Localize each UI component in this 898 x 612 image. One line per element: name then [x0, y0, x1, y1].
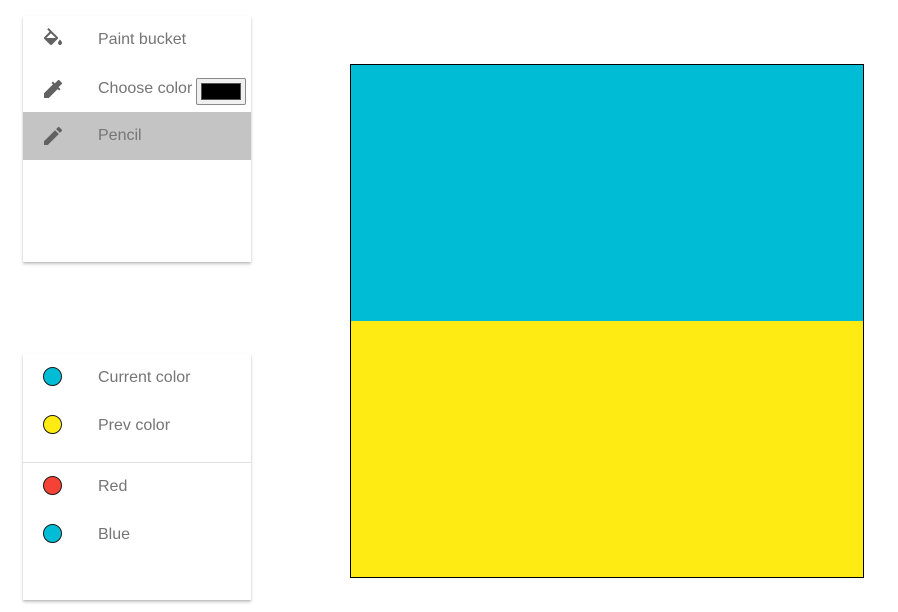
red-swatch: [43, 476, 62, 495]
colors-panel: Current color Prev color Red Blue: [23, 354, 251, 600]
tools-panel: Paint bucket Choose color Pencil: [23, 16, 251, 262]
tool-paint-bucket-label: Paint bucket: [98, 31, 187, 48]
eyedropper-icon: [41, 77, 65, 101]
color-picker-value: [201, 83, 241, 100]
paint-bucket-icon: [41, 28, 65, 52]
preset-color-red-label: Red: [98, 478, 128, 495]
tool-pencil[interactable]: Pencil: [23, 112, 251, 160]
prev-color-label: Prev color: [98, 417, 171, 434]
pencil-icon: [41, 124, 65, 148]
canvas-top-region: [351, 65, 863, 321]
blue-swatch: [43, 524, 62, 543]
color-picker-input[interactable]: [196, 78, 246, 105]
prev-color-swatch: [43, 415, 62, 434]
drawing-canvas[interactable]: [350, 64, 864, 578]
tool-choose-color[interactable]: Choose color: [23, 65, 251, 113]
preset-color-red[interactable]: Red: [23, 463, 251, 511]
preset-color-blue-label: Blue: [98, 526, 131, 543]
current-color-swatch: [43, 367, 62, 386]
tool-pencil-label: Pencil: [98, 127, 142, 144]
preset-color-blue[interactable]: Blue: [23, 511, 251, 559]
prev-color-item[interactable]: Prev color: [23, 402, 251, 450]
current-color-item[interactable]: Current color: [23, 354, 251, 402]
tool-choose-color-label: Choose color: [98, 80, 193, 97]
current-color-label: Current color: [98, 369, 191, 386]
canvas-bottom-region: [351, 321, 863, 577]
tool-paint-bucket[interactable]: Paint bucket: [23, 16, 251, 64]
